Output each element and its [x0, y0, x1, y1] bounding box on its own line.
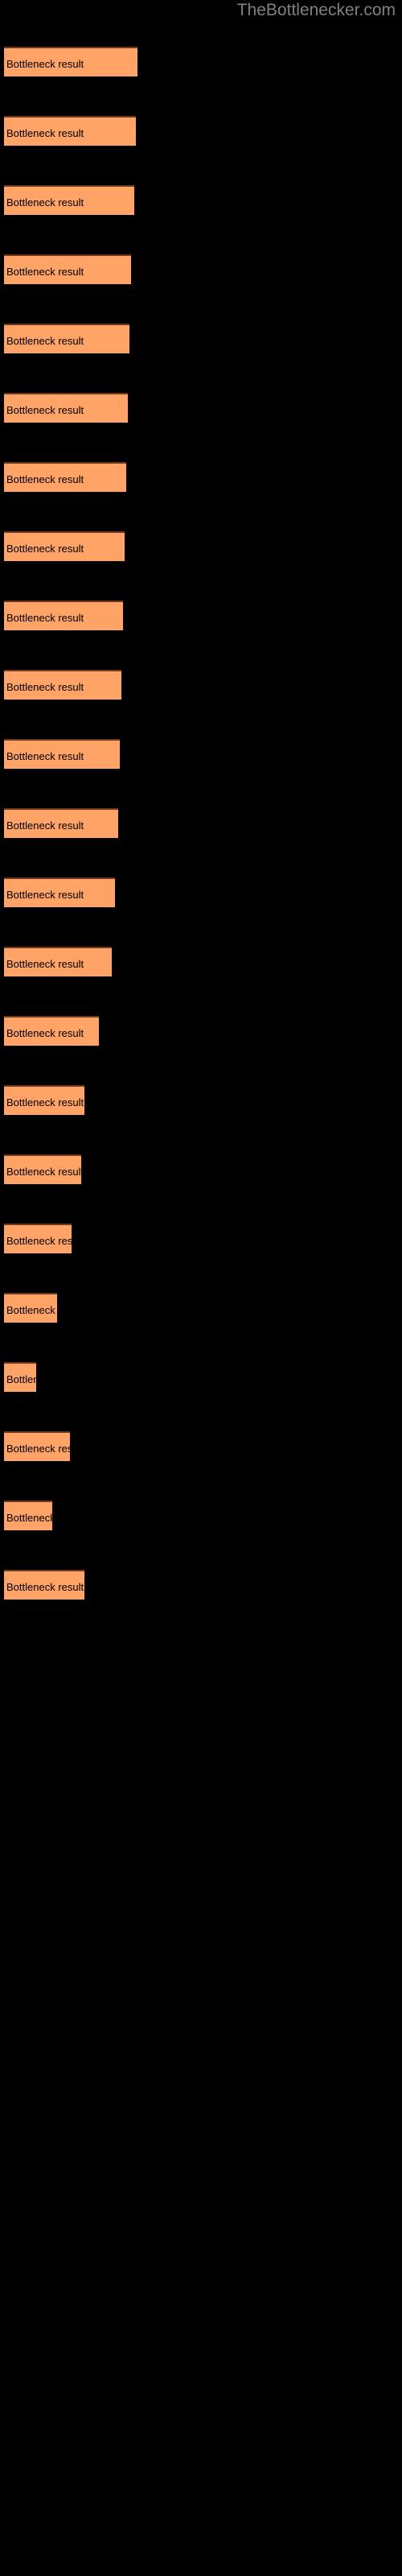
bar-label: Bottleneck result: [6, 196, 84, 208]
bar-row: Bottleneck result: [4, 185, 134, 215]
bar-row: Bottleneck result: [4, 670, 121, 700]
bar[interactable]: Bottleneck result: [4, 670, 121, 700]
bar-row: Bottleneck result: [4, 601, 123, 630]
bar-row: Bottleneck result: [4, 1570, 84, 1600]
bar[interactable]: Bottleneck result: [4, 116, 136, 146]
bar-row: Bottleneck result: [4, 739, 120, 769]
bar-label: Bottleneck result: [6, 335, 84, 347]
bar[interactable]: Bottleneck result: [4, 1085, 84, 1115]
bar-label: Bottleneck result: [6, 612, 84, 624]
bar-label: Bottleneck result: [6, 127, 84, 139]
bar[interactable]: Bottleneck result: [4, 393, 128, 423]
bar[interactable]: Bottleneck result: [4, 324, 129, 353]
bar[interactable]: Bottleneck result: [4, 739, 120, 769]
site-watermark: TheBottlenecker.com: [236, 1, 396, 19]
bar-chart: TheBottlenecker.com Bottleneck result Bot…: [0, 0, 402, 2576]
bar[interactable]: Bottleneck result: [4, 1016, 99, 1046]
bar[interactable]: Bottleneck result: [4, 185, 134, 215]
bar-row: Bottleneck result: [4, 1085, 84, 1115]
bar-row: Bottleneck result: [4, 116, 136, 146]
bar-label: Bottleneck result: [6, 1235, 72, 1247]
bar-row: Bottleneck result: [4, 1501, 52, 1530]
bar-label: Bottleneck result: [6, 1304, 57, 1316]
bar[interactable]: Bottleneck result: [4, 947, 112, 976]
bar-label: Bottleneck result: [6, 1512, 52, 1524]
bar[interactable]: Bottleneck result: [4, 1362, 36, 1392]
bar-row: Bottleneck result: [4, 47, 137, 76]
bar-row: Bottleneck result: [4, 531, 125, 561]
bar-label: Bottleneck result: [6, 958, 84, 970]
bar-label: Bottleneck result: [6, 266, 84, 278]
bar[interactable]: Bottleneck result: [4, 1570, 84, 1600]
bar-label: Bottleneck result: [6, 543, 84, 555]
bar-label: Bottleneck result: [6, 889, 84, 901]
bar-row: Bottleneck result: [4, 462, 126, 492]
bar[interactable]: Bottleneck result: [4, 47, 137, 76]
bar-label: Bottleneck result: [6, 1166, 81, 1178]
bar-label: Bottleneck result: [6, 1443, 70, 1455]
bar-row: Bottleneck result: [4, 1431, 70, 1461]
bar[interactable]: Bottleneck result: [4, 601, 123, 630]
bar-label: Bottleneck result: [6, 819, 84, 832]
bar-label: Bottleneck result: [6, 404, 84, 416]
bar-row: Bottleneck result: [4, 1016, 99, 1046]
bar-row: Bottleneck result: [4, 324, 129, 353]
bar[interactable]: Bottleneck result: [4, 254, 131, 284]
bar[interactable]: Bottleneck result: [4, 531, 125, 561]
bar[interactable]: Bottleneck result: [4, 1293, 57, 1323]
bar-row: Bottleneck result: [4, 947, 112, 976]
bar[interactable]: Bottleneck result: [4, 808, 118, 838]
bar-row: Bottleneck result: [4, 254, 131, 284]
bar-label: Bottleneck result: [6, 681, 84, 693]
bar-row: Bottleneck result: [4, 808, 118, 838]
bar[interactable]: Bottleneck result: [4, 1501, 52, 1530]
bar-row: Bottleneck result: [4, 1362, 36, 1392]
bar-label: Bottleneck result: [6, 1027, 84, 1039]
bar[interactable]: Bottleneck result: [4, 1431, 70, 1461]
bar-label: Bottleneck result: [6, 58, 84, 70]
bar-row: Bottleneck result: [4, 393, 128, 423]
bar-row: Bottleneck result: [4, 1154, 81, 1184]
bar-label: Bottleneck result: [6, 473, 84, 485]
bar-label: Bottleneck result: [6, 1373, 36, 1385]
bar[interactable]: Bottleneck result: [4, 1154, 81, 1184]
bar[interactable]: Bottleneck result: [4, 877, 115, 907]
bar-label: Bottleneck result: [6, 1096, 84, 1108]
bar[interactable]: Bottleneck result: [4, 462, 126, 492]
bar-row: Bottleneck result: [4, 1293, 57, 1323]
bar-row: Bottleneck result: [4, 1224, 72, 1253]
bar[interactable]: Bottleneck result: [4, 1224, 72, 1253]
bar-row: Bottleneck result: [4, 877, 115, 907]
bar-label: Bottleneck result: [6, 750, 84, 762]
bar-label: Bottleneck result: [6, 1581, 84, 1593]
